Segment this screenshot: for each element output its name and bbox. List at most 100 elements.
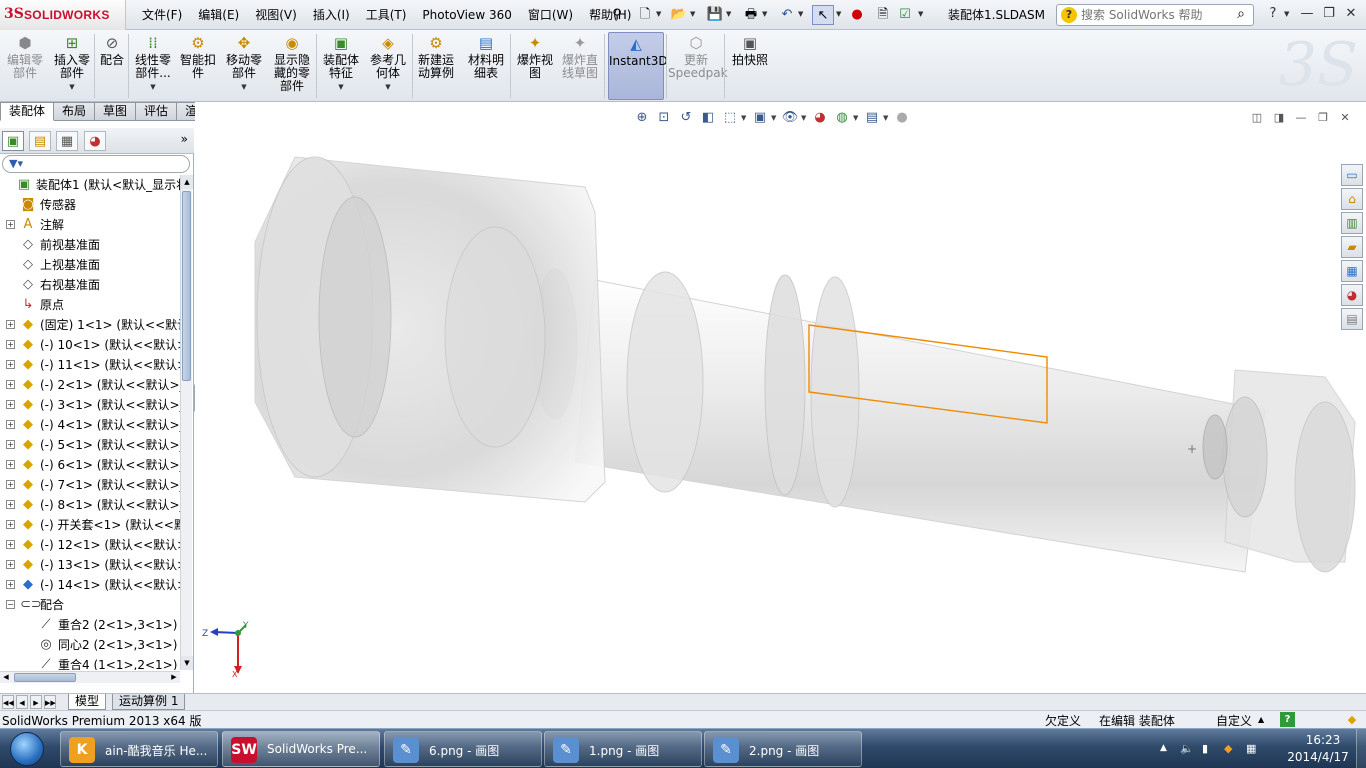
viewport-restore-icon[interactable]: ❐ [1314, 110, 1332, 126]
viewport-close-icon[interactable]: ✕ [1336, 110, 1354, 126]
expand-icon[interactable]: + [6, 380, 15, 389]
display-manager-tab-icon[interactable]: ◕ [84, 131, 106, 151]
viewport-tile-icon[interactable]: ◨ [1270, 110, 1288, 126]
view-orientation-icon[interactable]: ⬚ [719, 108, 741, 128]
expand-icon[interactable]: + [6, 540, 15, 549]
taskbar-item-3[interactable]: ✎ 1.png - 画图 [544, 731, 702, 767]
expand-icon[interactable]: + [6, 580, 15, 589]
solidworks-resources-icon[interactable]: ▭ [1341, 164, 1363, 186]
tree-node[interactable]: ⟋ 重合4 (1<1>,2<1>) [0, 655, 180, 670]
section-view-icon[interactable]: ◧ [697, 108, 719, 128]
options-icon[interactable]: ☑ [894, 5, 916, 25]
kuwo-tray-icon[interactable]: ◆ [1224, 742, 1232, 755]
select-dropdown-icon[interactable]: ▼ [836, 10, 841, 18]
tree-node[interactable]: ◇ 右视基准面 [0, 275, 180, 295]
open-dropdown-icon[interactable]: ▼ [690, 10, 695, 18]
show-hidden-icons-icon[interactable]: ▲ [1160, 743, 1167, 753]
view-settings-dropdown-icon[interactable]: ▼ [883, 108, 891, 128]
help-menu-icon[interactable]: ? [1262, 4, 1284, 24]
tab-0[interactable]: 装配体 [0, 102, 55, 121]
expand-icon[interactable]: + [6, 220, 15, 229]
custom-properties-icon[interactable]: ▤ [1341, 308, 1363, 330]
next-tab-icon[interactable]: ▶ [30, 695, 42, 709]
clock-time[interactable]: 16:23 [1293, 733, 1353, 747]
menu-item-4[interactable]: 工具(T) [358, 0, 415, 30]
realview-icon[interactable]: ● [891, 108, 913, 128]
rebuild-flag-icon[interactable]: ◆ [1344, 712, 1360, 727]
menu-item-1[interactable]: 编辑(E) [190, 0, 247, 30]
quick-tips-icon[interactable]: ? [1280, 712, 1295, 727]
search-icon[interactable]: ⌕ [1237, 6, 1245, 22]
appearances-icon[interactable]: ◕ [1341, 284, 1363, 306]
tree-vertical-scrollbar[interactable]: ▲ ▼ [180, 175, 193, 670]
tree-node[interactable]: + ◆ (-) 12<1> (默认<<默认> [0, 535, 180, 555]
tree-node[interactable]: + A 注解 [0, 215, 180, 235]
expand-icon[interactable]: + [6, 360, 15, 369]
new-dropdown-icon[interactable]: ▼ [656, 10, 661, 18]
tree-node[interactable]: + ◆ (-) 2<1> (默认<<默认>_ [0, 375, 180, 395]
tab-3[interactable]: 评估 [136, 102, 178, 121]
command-button-7[interactable]: ▣ 装配体 特征 ▼ [318, 32, 364, 100]
network-icon[interactable]: ▦ [1246, 742, 1256, 755]
chevron-down-icon[interactable]: ▼ [222, 81, 266, 94]
tree-node[interactable]: + ◆ (-) 7<1> (默认<<默认>_ [0, 475, 180, 495]
tree-node[interactable]: + ◆ (-) 11<1> (默认<<默认> [0, 355, 180, 375]
apply-scene-dropdown-icon[interactable]: ▼ [853, 108, 861, 128]
edit-appearance-icon[interactable]: ◕ [809, 108, 831, 128]
chevron-down-icon[interactable]: ▼ [50, 81, 94, 94]
device-icon[interactable]: ▮ [1202, 742, 1208, 755]
tree-node[interactable]: + ◆ (-) 4<1> (默认<<默认>_ [0, 415, 180, 435]
new-document-icon[interactable]: 🗋 [634, 5, 656, 25]
property-manager-tab-icon[interactable]: ▤ [29, 131, 51, 151]
help-dropdown-icon[interactable]: ▼ [1284, 10, 1289, 18]
expand-icon[interactable]: + [6, 420, 15, 429]
chevron-down-icon[interactable]: ▼ [366, 81, 410, 94]
taskbar-item-4[interactable]: ✎ 2.png - 画图 [704, 731, 862, 767]
tree-node[interactable]: + ◆ (-) 14<1> (默认<<默认> [0, 575, 180, 595]
start-button[interactable] [4, 730, 52, 768]
show-desktop-button[interactable] [1356, 729, 1366, 768]
menu-item-6[interactable]: 窗口(W) [520, 0, 581, 30]
tree-node[interactable]: ◙ 传感器 [0, 195, 180, 215]
undo-dropdown-icon[interactable]: ▼ [798, 10, 803, 18]
menu-item-0[interactable]: 文件(F) [134, 0, 190, 30]
expand-icon[interactable]: + [6, 440, 15, 449]
tree-node[interactable]: ◇ 上视基准面 [0, 255, 180, 275]
menu-item-2[interactable]: 视图(V) [247, 0, 305, 30]
zoom-to-fit-icon[interactable]: ⊕ [631, 108, 653, 128]
hide-show-dropdown-icon[interactable]: ▼ [801, 108, 809, 128]
tree-node[interactable]: ▣ 装配体1 (默认<默认_显示状 [0, 175, 180, 195]
command-button-14[interactable]: ⬡ 更新 Speedpak [668, 32, 728, 100]
tree-node[interactable]: + ◆ (-) 3<1> (默认<<默认>_ [0, 395, 180, 415]
home-icon[interactable]: ⌂ [1341, 188, 1363, 210]
command-button-11[interactable]: ✦ 爆炸视 图 [514, 32, 556, 100]
expand-icon[interactable]: + [6, 460, 15, 469]
help-search-box[interactable]: ? ⌕ [1056, 4, 1254, 26]
command-button-6[interactable]: ◉ 显示隐 藏的零 部件 [270, 32, 314, 100]
command-button-5[interactable]: ✥ 移动零 部件 ▼ [222, 32, 266, 100]
tree-node[interactable]: + ◆ (-) 6<1> (默认<<默认>_ [0, 455, 180, 475]
volume-icon[interactable]: 🔈 [1180, 742, 1194, 755]
open-folder-icon[interactable]: 📂 [668, 5, 690, 25]
expand-icon[interactable]: + [6, 500, 15, 509]
undo-icon[interactable]: ↶ [776, 5, 798, 25]
tree-node[interactable]: + ◆ (-) 10<1> (默认<<默认> [0, 335, 180, 355]
viewport-split-icon[interactable]: ◫ [1248, 110, 1266, 126]
scroll-thumb[interactable] [182, 191, 191, 381]
expand-icon[interactable]: + [6, 340, 15, 349]
feature-manager-tab-icon[interactable]: ▣ [2, 131, 24, 151]
display-style-dropdown-icon[interactable]: ▼ [771, 108, 779, 128]
prev-tab-icon[interactable]: ◀ [16, 695, 28, 709]
menu-item-3[interactable]: 插入(I) [305, 0, 358, 30]
pin-icon[interactable]: ⚲ [606, 5, 628, 25]
command-button-0[interactable]: ⬢ 编辑零 部件 [2, 32, 48, 100]
command-button-9[interactable]: ⚙ 新建运 动算例 [414, 32, 458, 100]
tree-node[interactable]: + ◆ (-) 8<1> (默认<<默认>_ [0, 495, 180, 515]
tree-node[interactable]: ↳ 原点 [0, 295, 180, 315]
chevron-down-icon[interactable]: ▼ [318, 81, 364, 94]
tree-horizontal-scrollbar[interactable]: ◀ ▶ [0, 671, 180, 683]
scroll-up-icon[interactable]: ▲ [181, 175, 193, 189]
save-icon[interactable]: 💾 [704, 5, 726, 25]
command-button-10[interactable]: ▤ 材料明 细表 [462, 32, 510, 100]
minimize-window-icon[interactable]: — [1296, 4, 1318, 24]
